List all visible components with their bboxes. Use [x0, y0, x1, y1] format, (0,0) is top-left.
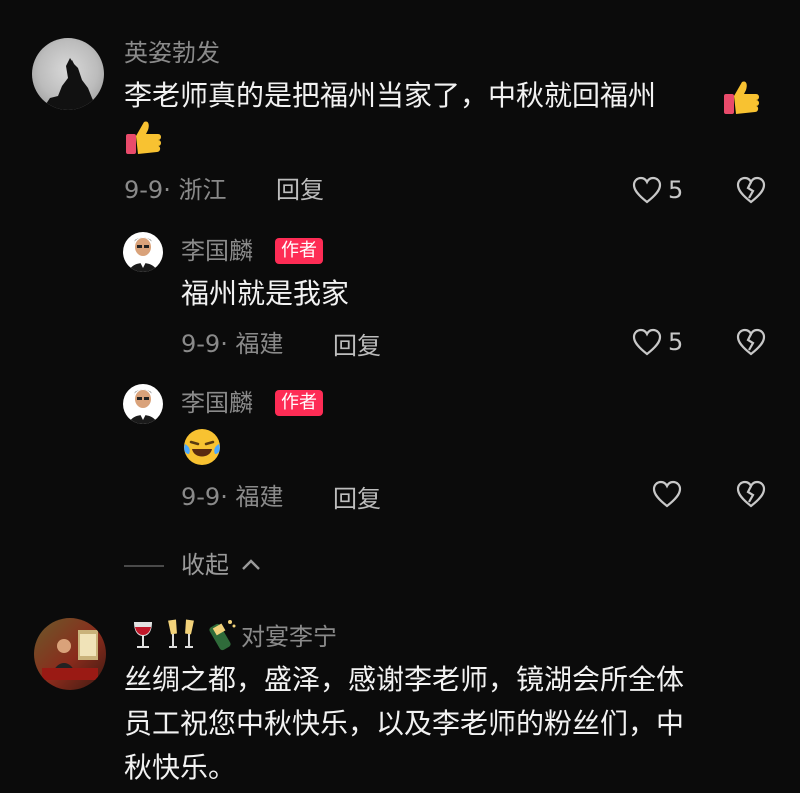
reply-text: 福州就是我家	[181, 277, 350, 310]
wolf-icon	[42, 58, 98, 110]
like-count: 5	[668, 176, 684, 204]
avatar[interactable]	[123, 232, 163, 272]
reply-button[interactable]: 回复	[276, 175, 324, 205]
reply-date-location: 9-9· 福建	[181, 483, 284, 511]
chevron-up-icon[interactable]	[240, 556, 262, 572]
comment-text-line: 员工祝您中秋快乐，以及李老师的粉丝们，中	[124, 707, 685, 740]
comment-text: 李老师真的是把福州当家了，中秋就回福州	[124, 79, 657, 112]
avatar[interactable]	[34, 618, 106, 690]
author-badge: 作者	[275, 238, 323, 264]
thumbs-up-icon	[124, 118, 164, 158]
comment-text-line: 秋快乐。	[124, 751, 237, 784]
avatar[interactable]	[123, 384, 163, 424]
like-icon[interactable]	[632, 176, 662, 204]
champagne-bottle-icon	[204, 616, 238, 652]
collapse-replies-button[interactable]: 收起	[181, 550, 229, 580]
like-icon[interactable]	[652, 480, 682, 508]
dislike-icon[interactable]	[736, 176, 766, 204]
wine-glass-icon	[130, 620, 156, 652]
reply-button[interactable]: 回复	[333, 484, 381, 514]
reply-date-location: 9-9· 福建	[181, 330, 284, 358]
dislike-icon[interactable]	[736, 328, 766, 356]
champagne-glasses-icon	[166, 618, 196, 652]
like-icon[interactable]	[632, 328, 662, 356]
reply-username[interactable]: 李国麟	[181, 388, 253, 418]
avatar[interactable]	[32, 38, 104, 110]
comment-date-location: 9-9· 浙江	[124, 176, 227, 204]
person-photo-icon	[42, 630, 98, 680]
thumbs-up-icon	[722, 78, 762, 118]
author-badge: 作者	[275, 390, 323, 416]
dislike-icon[interactable]	[736, 480, 766, 508]
divider	[124, 565, 164, 567]
laughing-crying-emoji-icon	[181, 426, 223, 468]
reply-username[interactable]: 李国麟	[181, 236, 253, 266]
comment-text-line: 丝绸之都，盛泽，感谢李老师，镜湖会所全体	[124, 663, 685, 696]
person-icon	[129, 237, 157, 272]
like-count: 5	[668, 328, 684, 356]
comment-username[interactable]: 对宴李宁	[241, 622, 337, 652]
reply-button[interactable]: 回复	[333, 331, 381, 361]
person-icon	[129, 389, 157, 424]
collapse-label: 收起	[181, 551, 229, 579]
comment-username[interactable]: 英姿勃发	[124, 38, 220, 68]
